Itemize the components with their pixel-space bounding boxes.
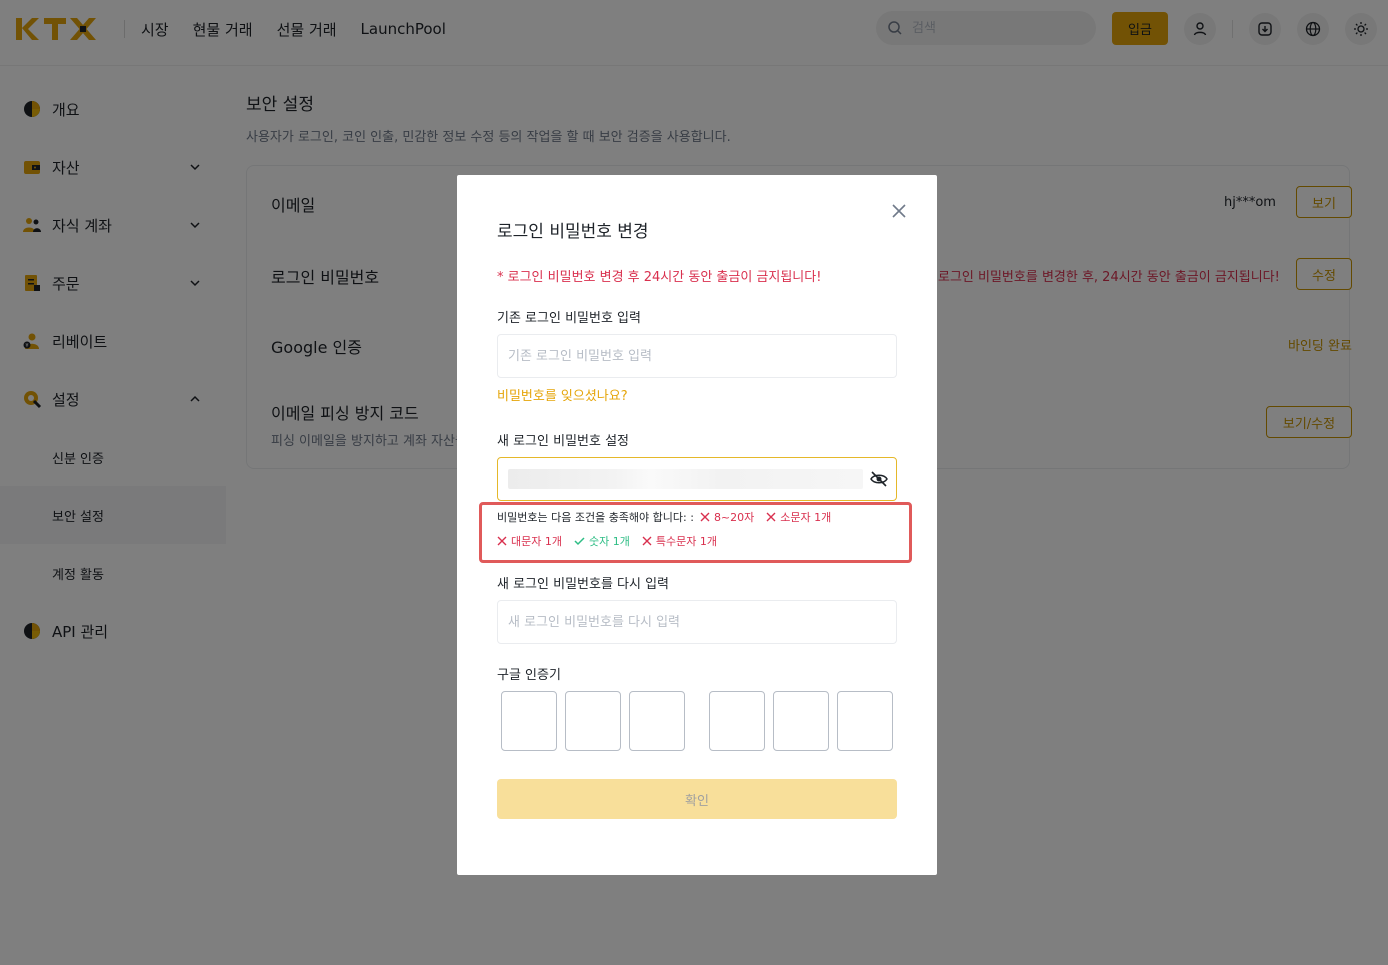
cross-icon <box>497 536 507 546</box>
otp-digit-3[interactable] <box>629 691 685 751</box>
check-icon <box>574 537 585 546</box>
confirm-password-field[interactable] <box>497 600 897 644</box>
new-password-masked-value[interactable] <box>508 469 863 489</box>
confirm-button[interactable]: 확인 <box>497 779 897 819</box>
otp-digit-6[interactable] <box>837 691 893 751</box>
cross-icon <box>766 512 776 522</box>
otp-digit-2[interactable] <box>565 691 621 751</box>
requirements-intro: 비밀번호는 다음 조건을 충족해야 합니다: : <box>497 511 694 524</box>
requirement-special: 특수문자 1개 <box>642 533 717 549</box>
otp-digit-4[interactable] <box>709 691 765 751</box>
old-password-label: 기존 로그인 비밀번호 입력 <box>497 311 641 326</box>
requirement-text: 소문자 1개 <box>780 511 832 524</box>
new-password-label: 새 로그인 비밀번호 설정 <box>497 434 629 449</box>
password-requirements-line-2: 대문자 1개 숫자 1개 특수문자 1개 <box>497 533 729 549</box>
requirement-text: 특수문자 1개 <box>655 535 717 548</box>
eye-slash-icon[interactable] <box>870 471 888 487</box>
requirement-text: 대문자 1개 <box>511 535 562 548</box>
otp-digit-1[interactable] <box>501 691 557 751</box>
cross-icon <box>642 536 652 546</box>
google-authenticator-label: 구글 인증기 <box>497 668 561 683</box>
modal-warning: * 로그인 비밀번호 변경 후 24시간 동안 출금이 금지됩니다! <box>497 270 822 285</box>
old-password-field[interactable] <box>497 334 897 378</box>
requirement-uppercase: 대문자 1개 <box>497 533 562 549</box>
otp-digit-5[interactable] <box>773 691 829 751</box>
new-password-field[interactable] <box>497 457 897 501</box>
password-requirements-line-1: 비밀번호는 다음 조건을 충족해야 합니다: : 8~20자 소문자 1개 <box>497 509 843 525</box>
requirement-lowercase: 소문자 1개 <box>766 509 831 525</box>
requirement-text: 8~20자 <box>713 511 755 524</box>
close-icon[interactable] <box>889 201 909 221</box>
confirm-password-input[interactable] <box>508 614 886 630</box>
change-password-modal: 로그인 비밀번호 변경 * 로그인 비밀번호 변경 후 24시간 동안 출금이 … <box>457 175 937 875</box>
requirement-number: 숫자 1개 <box>574 533 630 549</box>
requirement-text: 숫자 1개 <box>588 535 630 548</box>
requirement-length: 8~20자 <box>700 509 754 525</box>
cross-icon <box>700 512 710 522</box>
old-password-input[interactable] <box>508 348 886 364</box>
modal-title: 로그인 비밀번호 변경 <box>497 222 649 242</box>
forgot-password-link[interactable]: 비밀번호를 잊으셨나요? <box>497 385 628 404</box>
confirm-password-label: 새 로그인 비밀번호를 다시 입력 <box>497 577 670 592</box>
